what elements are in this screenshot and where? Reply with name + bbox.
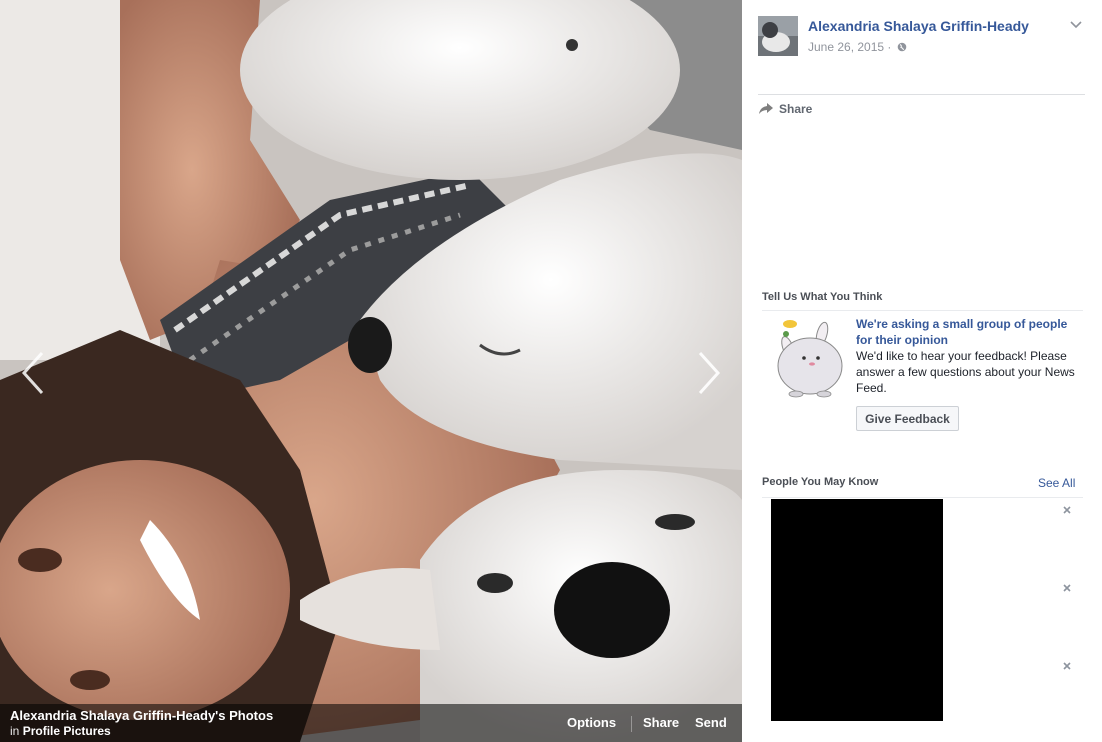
divider (762, 310, 1083, 311)
previous-photo-button[interactable] (14, 345, 54, 401)
album-subtitle: in Profile Pictures (10, 724, 111, 738)
author-name[interactable]: Alexandria Shalaya Griffin-Heady (808, 18, 1029, 34)
dismiss-suggestion-button[interactable] (1062, 661, 1072, 671)
share-link[interactable]: Share (758, 102, 812, 118)
photo (0, 0, 742, 742)
close-icon (1063, 506, 1071, 514)
survey-headline[interactable]: We're asking a small group of people for… (856, 316, 1078, 348)
survey-description: We'd like to hear your feedback! Please … (856, 349, 1075, 395)
dismiss-suggestion-button[interactable] (1062, 505, 1072, 515)
post-date-line: June 26, 2015 · (808, 40, 907, 54)
photo-stage[interactable]: Alexandria Shalaya Griffin-Heady's Photo… (0, 0, 742, 742)
send-button[interactable]: Send (695, 715, 727, 730)
chevron-left-icon (21, 351, 44, 395)
give-feedback-button[interactable]: Give Feedback (856, 406, 959, 431)
dismiss-suggestion-button[interactable] (1062, 583, 1072, 593)
globe-icon[interactable] (897, 42, 907, 52)
share-link-label: Share (779, 102, 813, 116)
photo-info-bar: Alexandria Shalaya Griffin-Heady's Photo… (0, 704, 742, 742)
album-link[interactable]: Profile Pictures (23, 724, 111, 738)
divider (758, 94, 1085, 95)
album-title[interactable]: Alexandria Shalaya Griffin-Heady's Photo… (10, 708, 273, 723)
album-prefix: in (10, 724, 20, 738)
share-arrow-icon (759, 103, 773, 114)
see-all-link[interactable]: See All (1038, 476, 1075, 490)
share-button[interactable]: Share (643, 715, 679, 730)
photo-sidebar: Alexandria Shalaya Griffin-Heady June 26… (742, 0, 1102, 742)
options-button[interactable]: Options (567, 715, 616, 730)
feedback-section-title: Tell Us What You Think (762, 291, 883, 303)
divider (762, 497, 1083, 498)
chevron-right-icon (698, 351, 721, 395)
close-icon (1063, 662, 1071, 670)
bunny-mascot-icon (777, 320, 843, 398)
close-icon (1063, 584, 1071, 592)
pymk-redacted-photos (771, 499, 943, 721)
next-photo-button[interactable] (688, 345, 728, 401)
pymk-section-title: People You May Know (762, 476, 879, 488)
avatar[interactable] (758, 16, 798, 56)
divider (631, 716, 632, 732)
chevron-down-icon[interactable] (1069, 18, 1083, 30)
post-date[interactable]: June 26, 2015 · (808, 40, 891, 54)
